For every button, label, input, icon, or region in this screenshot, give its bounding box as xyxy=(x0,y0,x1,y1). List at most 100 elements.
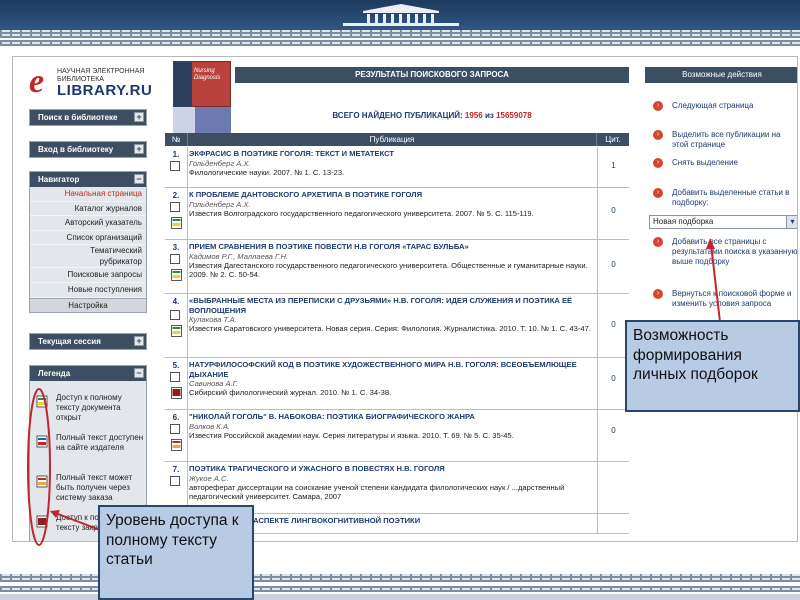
nav-search-queries[interactable]: Поисковые запросы xyxy=(30,268,146,283)
legend-header[interactable]: Легенда − xyxy=(30,366,146,381)
book-cover-text: Nursing Diagnosis xyxy=(194,68,221,81)
citation-count[interactable]: 0 xyxy=(597,240,629,293)
publication-source: Известия Дагестанского государственного … xyxy=(189,260,588,279)
search-library-header[interactable]: Поиск в библиотеке + xyxy=(30,110,146,125)
expand-icon[interactable]: + xyxy=(134,336,144,346)
table-row: 3. ПРИЕМ СРАВНЕНИЯ В ПОЭТИКЕ ПОВЕСТИ Н.В… xyxy=(165,240,629,294)
login-header[interactable]: Вход в библиотеку + xyxy=(30,142,146,157)
table-row: 4. «ВЫБРАННЫЕ МЕСТА ИЗ ПЕРЕПИСКИ С ДРУЗЬ… xyxy=(165,294,629,358)
nav-settings[interactable]: Настройка xyxy=(30,297,146,312)
select-checkbox[interactable] xyxy=(170,372,180,382)
order-access-icon[interactable] xyxy=(171,438,182,456)
publication-author[interactable]: Кулакова Т.А. xyxy=(189,315,593,324)
table-row: 2. К ПРОБЛЕМЕ ДАНТОВСКОГО АРХЕТИПА В ПОЭ… xyxy=(165,188,629,240)
results-header: РЕЗУЛЬТАТЫ ПОИСКОВОГО ЗАПРОСА xyxy=(235,67,629,83)
add-selected-link[interactable]: › Добавить выделенные статьи в подборку: xyxy=(651,188,797,208)
citation-count[interactable] xyxy=(597,462,629,513)
logo-title: LIBRARY.RU xyxy=(57,82,153,99)
clear-selection-link[interactable]: › Снять выделение xyxy=(651,158,797,168)
open-access-icon[interactable] xyxy=(171,268,182,286)
order-access-icon xyxy=(36,475,49,491)
expand-icon[interactable]: + xyxy=(134,144,144,154)
nav-rubricator[interactable]: рубрикатор xyxy=(30,256,146,269)
select-checkbox[interactable] xyxy=(170,310,180,320)
publication-source: Филологические науки. 2007. № 1. С. 13-2… xyxy=(189,167,345,177)
select-checkbox[interactable] xyxy=(170,161,180,171)
nav-new-arrivals[interactable]: Новые поступления xyxy=(30,283,146,298)
chevron-down-icon[interactable]: ▾ xyxy=(786,216,797,228)
nav-organizations[interactable]: Список организаций xyxy=(30,231,146,246)
select-all-link[interactable]: › Выделить все публикации на этой страни… xyxy=(651,130,797,150)
arrow-right-icon: › xyxy=(653,289,663,299)
select-checkbox[interactable] xyxy=(170,424,180,434)
table-row: 5. НАТУРФИЛОСОФСКИЙ КОД В ПОЭТИКЕ ХУДОЖЕ… xyxy=(165,358,629,410)
legend-open-access: Доступ к полному тексту документа открыт xyxy=(30,391,146,431)
publication-author[interactable]: Волков К.А. xyxy=(189,422,593,431)
book-cover-image: Nursing Diagnosis xyxy=(173,61,231,108)
publication-cell: ЭКФРАСИС В ПОЭТИКЕ ГОГОЛЯ: ТЕКСТ И МЕТАТ… xyxy=(189,149,593,177)
open-access-icon[interactable] xyxy=(171,216,182,234)
decorative-key-border xyxy=(0,30,800,38)
publication-cell: ПРИЕМ СРАВНЕНИЯ В ПОЭТИКЕ ПОВЕСТИ Н.В ГО… xyxy=(189,242,593,279)
nav-home[interactable]: Начальная страница xyxy=(30,187,146,202)
nav-thematic[interactable]: Тематический xyxy=(30,245,146,256)
publication-source: Известия Волгоградского государственного… xyxy=(189,208,534,218)
closed-access-icon[interactable] xyxy=(171,386,182,404)
results-table: 1. ЭКФРАСИС В ПОЭТИКЕ ГОГОЛЯ: ТЕКСТ И МЕ… xyxy=(165,147,629,534)
publication-title[interactable]: «ВЫБРАННЫЕ МЕСТА ИЗ ПЕРЕПИСКИ С ДРУЗЬЯМИ… xyxy=(189,296,593,315)
session-header[interactable]: Текущая сессия + xyxy=(30,334,146,349)
publication-author[interactable]: Гольденберг А.Х. xyxy=(189,200,593,209)
decorative-banner xyxy=(173,107,231,133)
select-checkbox[interactable] xyxy=(170,254,180,264)
publication-author[interactable]: Гольденберг А.Х. xyxy=(189,159,593,168)
legend-publisher-site: Полный текст доступен на сайте издателя xyxy=(30,431,146,471)
elibrary-logo[interactable]: e НАУЧНАЯ ЭЛЕКТРОННАЯ БИБЛИОТЕКА LIBRARY… xyxy=(29,63,159,101)
publication-source: Известия Саратовского университета. Нова… xyxy=(189,324,591,334)
publication-cell: «ВЫБРАННЫЕ МЕСТА ИЗ ПЕРЕПИСКИ С ДРУЗЬЯМИ… xyxy=(189,296,593,333)
select-checkbox[interactable] xyxy=(170,202,180,212)
collapse-icon[interactable]: − xyxy=(134,174,144,184)
annotation-access-level: Уровень доступа к полному тексту статьи xyxy=(98,505,254,600)
select-checkbox[interactable] xyxy=(170,476,180,486)
column-citations: Цит. xyxy=(605,135,621,144)
citation-count[interactable]: 0 xyxy=(597,188,629,239)
search-library-panel[interactable]: Поиск в библиотеке + xyxy=(29,109,147,126)
logo-letter: e xyxy=(29,63,45,100)
nav-author-index[interactable]: Авторский указатель xyxy=(30,216,146,231)
publication-title[interactable]: ПОЭТИКА ТРАГИЧЕСКОГО И УЖАСНОГО В ПОВЕСТ… xyxy=(189,464,593,474)
publication-title[interactable]: "НИКОЛАЙ ГОГОЛЬ" В. НАБОКОВА: ПОЭТИКА БИ… xyxy=(189,412,593,422)
found-count: 1956 xyxy=(464,111,483,120)
publication-title[interactable]: ЭКФРАСИС В ПОЭТИКЕ ГОГОЛЯ: ТЕКСТ И МЕТАТ… xyxy=(189,149,593,159)
publication-cell: НАТУРФИЛОСОФСКИЙ КОД В ПОЭТИКЕ ХУДОЖЕСТВ… xyxy=(189,360,593,397)
actions-header: Возможные действия xyxy=(645,67,797,83)
browser-page: e НАУЧНАЯ ЭЛЕКТРОННАЯ БИБЛИОТЕКА LIBRARY… xyxy=(12,56,798,542)
add-all-pages-link[interactable]: › Добавить все страницы с результатами п… xyxy=(651,237,797,267)
next-page-link[interactable]: › Следующая страница xyxy=(651,101,797,111)
column-publication: Публикация xyxy=(187,133,597,146)
session-panel[interactable]: Текущая сессия + xyxy=(29,333,147,350)
login-panel[interactable]: Вход в библиотеку + xyxy=(29,141,147,158)
citation-count[interactable]: 1 xyxy=(597,147,629,187)
back-to-search-link[interactable]: › Вернуться к поисковой форме и изменить… xyxy=(651,289,797,309)
table-row: 6. "НИКОЛАЙ ГОГОЛЬ" В. НАБОКОВА: ПОЭТИКА… xyxy=(165,410,629,462)
nav-journal-catalog[interactable]: Каталог журналов xyxy=(30,202,146,217)
citation-count[interactable] xyxy=(597,514,629,533)
navigator-header[interactable]: Навигатор − xyxy=(30,172,146,187)
results-total: ВСЕГО НАЙДЕНО ПУБЛИКАЦИЙ: 1956 из 156590… xyxy=(332,111,532,120)
arrow-right-icon: › xyxy=(653,130,663,140)
publication-title[interactable]: НАТУРФИЛОСОФСКИЙ КОД В ПОЭТИКЕ ХУДОЖЕСТВ… xyxy=(189,360,593,379)
publication-source: Сибирский филологический журнал. 2010. №… xyxy=(189,388,392,398)
total-count: 15659078 xyxy=(496,111,532,120)
citation-count[interactable]: 0 xyxy=(597,410,629,461)
publication-title[interactable]: ПРИЕМ СРАВНЕНИЯ В ПОЭТИКЕ ПОВЕСТИ Н.В ГО… xyxy=(189,242,593,252)
publication-author[interactable]: Савинова А.Г. xyxy=(189,379,593,388)
collapse-icon[interactable]: − xyxy=(134,368,144,378)
open-access-icon[interactable] xyxy=(171,324,182,342)
publication-title[interactable]: К ПРОБЛЕМЕ ДАНТОВСКОГО АРХЕТИПА В ПОЭТИК… xyxy=(189,190,593,200)
expand-icon[interactable]: + xyxy=(134,112,144,122)
publication-author[interactable]: Жукое А.С. xyxy=(189,474,593,483)
annotation-personal-collections: Возможность формирования личных подборок xyxy=(625,320,800,412)
collection-select[interactable]: Новая подборка ▾ xyxy=(649,215,797,229)
results-table-header: № Публикация Цит. xyxy=(165,133,629,146)
publication-author[interactable]: Кадимов Р.Г., Маллаева Г.Н. xyxy=(189,252,593,261)
